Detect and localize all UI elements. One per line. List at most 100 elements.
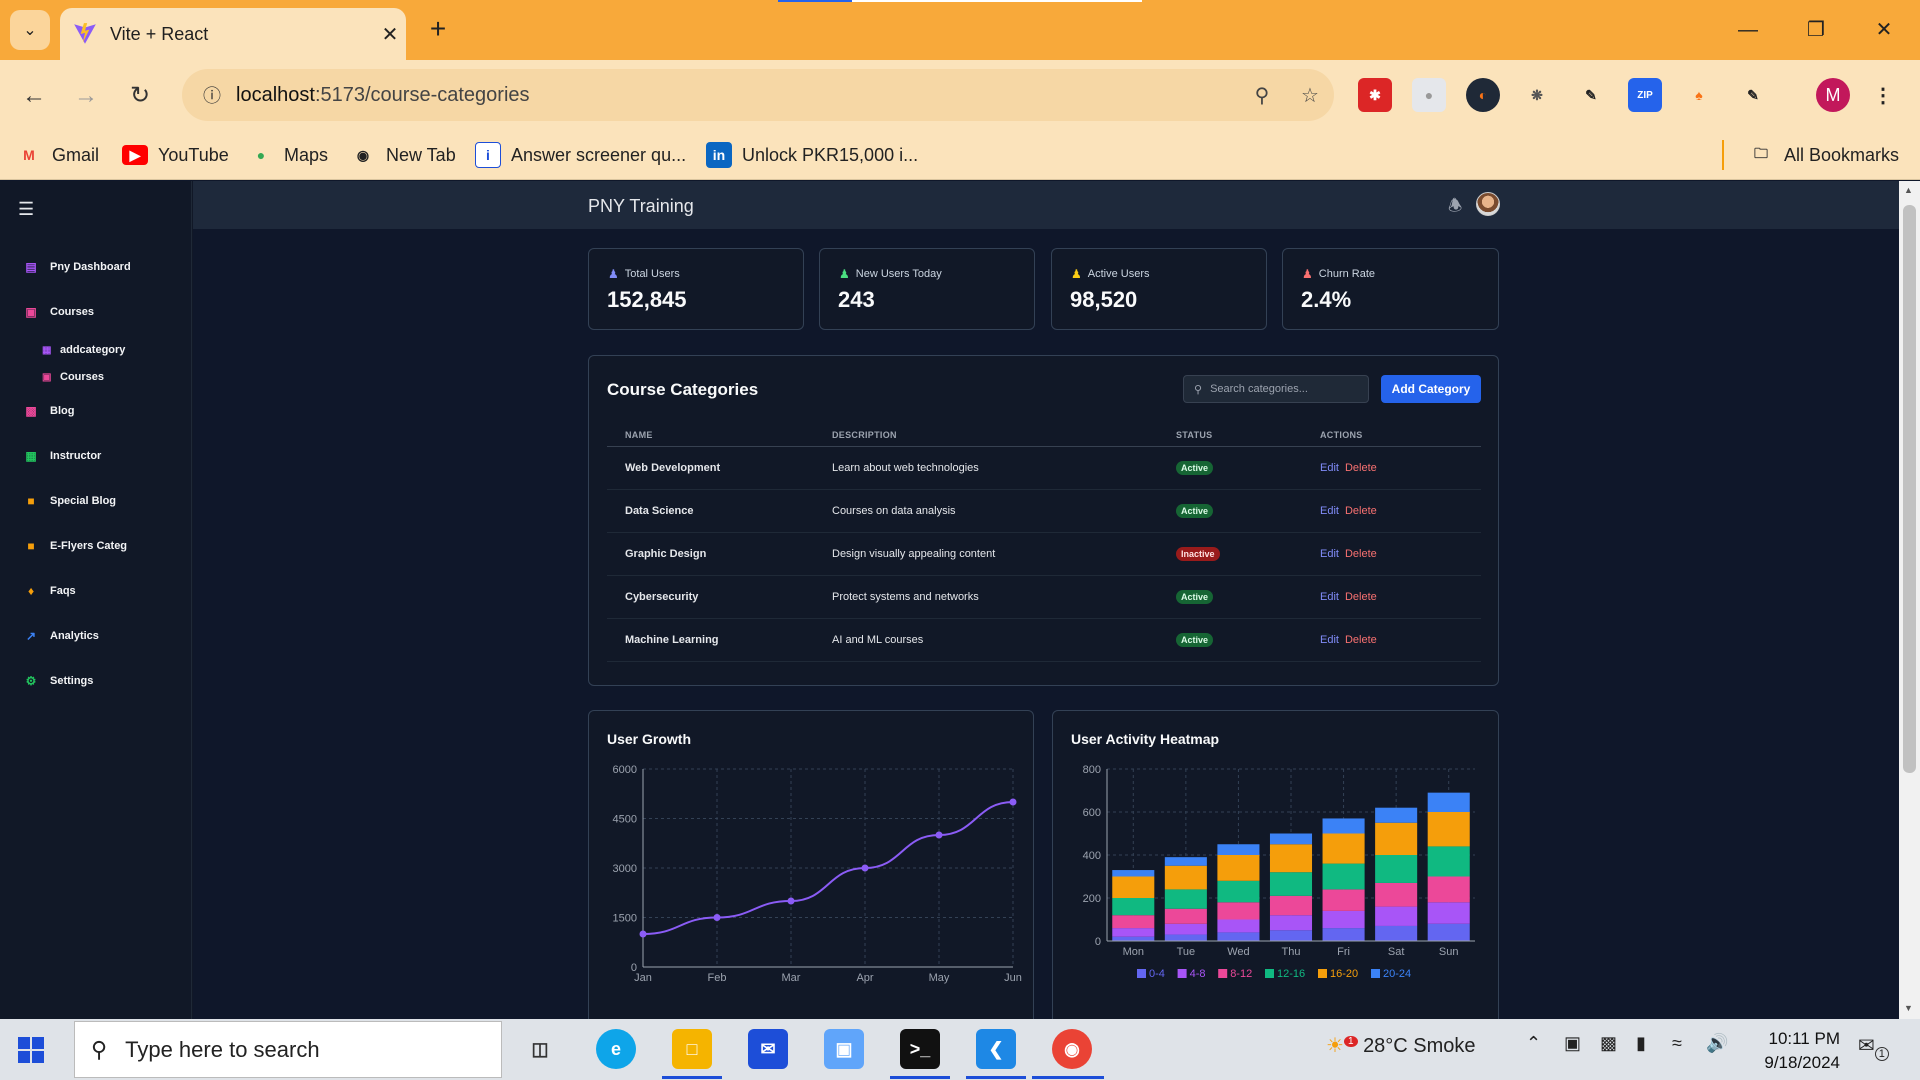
extensions-puzzle-icon[interactable]: ✎ [1736,78,1770,112]
close-window-button[interactable]: ✕ [1862,12,1906,48]
sidebar-item-blog[interactable]: ▩ Blog [24,401,74,421]
extension-icon[interactable]: ♠ [1682,78,1716,112]
color-picker-icon[interactable]: ✎ [1574,78,1608,112]
site-info-icon[interactable]: ⓘ [188,82,236,108]
delete-link[interactable]: Delete [1345,634,1377,646]
web-app: ☰ ▤ Pny Dashboard ▣ Courses ▦ addcategory ▣… [0,181,1920,1019]
bar-segment [1112,915,1155,929]
sidebar-item-faqs[interactable]: ♦ Faqs [24,581,76,601]
bookmark-maps[interactable]: ● Maps [248,140,328,170]
bookmark-star-icon[interactable]: ☆ [1286,83,1334,108]
close-tab-icon[interactable]: ✕ [374,22,406,47]
forward-button[interactable]: → [66,76,106,116]
folder-icon: 🗀 [1754,145,1768,161]
user-activity-panel: User Activity Heatmap 0 200 400 600 800 Mon Tu… [1052,710,1499,1019]
edge-icon[interactable]: e [596,1029,636,1069]
column-header: STATUS [1176,424,1320,447]
bug-extension-icon[interactable]: ❋ [1520,78,1554,112]
bookmark-gmail[interactable]: M Gmail [16,140,99,170]
data-point [639,930,647,938]
scroll-down-icon[interactable]: ▼ [1904,1003,1913,1013]
table-icon: ▦ [25,449,37,463]
bookmark-unlock[interactable]: in Unlock PKR15,000 i... [706,140,918,170]
terminal-icon[interactable]: >_ [900,1029,940,1069]
restore-button[interactable]: ❐ [1794,12,1838,48]
scroll-up-icon[interactable]: ▲ [1904,185,1913,195]
vscode-icon[interactable]: ❮ [976,1029,1016,1069]
edit-link[interactable]: Edit [1320,591,1339,603]
notification-bell-icon[interactable]: 🕭 [1448,195,1462,222]
zoom-icon[interactable]: ⚲ [1238,83,1286,108]
reload-button[interactable]: ↻ [120,76,160,116]
chart-icon: ▩ [25,404,37,418]
sidebar-item-settings[interactable]: ⚙ Settings [24,671,94,691]
file-explorer-icon[interactable]: □ [672,1029,712,1069]
delete-link[interactable]: Delete [1345,462,1377,474]
book-icon: ▣ [42,371,52,383]
browser-menu-icon[interactable]: ⋮ [1866,78,1900,112]
page-scrollbar[interactable]: ▲ ▼ [1899,181,1920,1019]
new-tab-button[interactable]: + [420,12,456,48]
all-bookmarks-button[interactable]: 🗀 All Bookmarks [1722,140,1899,170]
zip-extension-icon[interactable]: ZIP [1628,78,1662,112]
bar-segment [1427,792,1470,812]
category-description: Learn about web technologies [832,446,1176,490]
task-view-icon[interactable]: ◫ [520,1029,560,1069]
legend-swatch [1218,969,1228,978]
bookmark-youtube[interactable]: ▶ YouTube [122,140,229,170]
tab-search-button[interactable]: ⌄ [10,10,50,50]
sidebar-item-e-flyers[interactable]: ■ E-Flyers Categ [24,536,127,556]
delete-link[interactable]: Delete [1345,591,1377,603]
url-text[interactable]: localhost:5173/course-categories [236,84,1238,107]
sidebar-item-instructor[interactable]: ▦ Instructor [24,446,101,466]
extension-icon[interactable]: ✱ [1358,78,1392,112]
sidebar-subitem-addcategory[interactable]: ▦ addcategory [42,342,125,358]
hamburger-menu-icon[interactable]: ☰ [18,199,34,220]
bar-segment [1375,906,1418,926]
chrome-icon[interactable]: ◉ [1052,1029,1092,1069]
wifi-icon[interactable]: ≈ [1672,1033,1682,1054]
delete-link[interactable]: Delete [1345,505,1377,517]
sidebar-item-special-blog[interactable]: ■ Special Blog [24,491,116,511]
bar-segment [1375,807,1418,823]
user-growth-chart: 01500300045006000Jan Feb Mar Apr May Jun [613,764,1022,984]
address-bar[interactable]: ⓘ localhost:5173/course-categories ⚲ ☆ [182,69,1334,121]
sidebar-item-analytics[interactable]: ↗ Analytics [24,626,99,646]
tray-overflow-icon[interactable]: ⌃ [1526,1033,1541,1054]
bookmark-answer-screener[interactable]: i Answer screener qu... [475,140,686,170]
category-description: Design visually appealing content [832,532,1176,576]
sidebar-subitem-courses[interactable]: ▣ Courses [42,369,104,385]
edit-link[interactable]: Edit [1320,548,1339,560]
sidebar-item-pny-dashboard[interactable]: ▤ Pny Dashboard [24,257,130,277]
meet-now-icon[interactable]: ▣ [1564,1033,1581,1054]
windows-start-icon[interactable] [18,1037,44,1063]
search-input[interactable] [1210,383,1351,395]
add-category-button[interactable]: Add Category [1381,375,1481,403]
battery-icon[interactable]: ▮ [1636,1033,1646,1054]
bookmark-new-tab[interactable]: ◉ New Tab [350,140,456,170]
volume-icon[interactable]: 🔊 [1706,1033,1728,1054]
extension-icon[interactable]: ● [1412,78,1446,112]
this-pc-icon[interactable]: ▣ [824,1029,864,1069]
edit-link[interactable]: Edit [1320,462,1339,474]
mail-icon[interactable]: ✉ [748,1029,788,1069]
delete-link[interactable]: Delete [1345,548,1377,560]
sidebar-item-courses[interactable]: ▣ Courses [24,302,94,322]
back-button[interactable]: ← [14,76,54,116]
weather-widget[interactable]: ☀ 1 28°C Smoke [1326,1033,1476,1058]
profile-avatar[interactable]: M [1816,78,1850,112]
edit-link[interactable]: Edit [1320,634,1339,646]
scrollbar-thumb[interactable] [1903,205,1916,773]
extension-icon[interactable]: ◐ [1466,78,1500,112]
user-avatar[interactable] [1476,192,1500,216]
system-clock[interactable]: 10:11 PM 9/18/2024 [1740,1027,1840,1075]
edit-link[interactable]: Edit [1320,505,1339,517]
notifications-icon[interactable]: ✉ 1 [1858,1033,1889,1061]
network-status-icon[interactable]: ▩ [1600,1033,1617,1054]
browser-tab[interactable]: Vite + React ✕ [60,8,406,60]
search-box[interactable]: ⚲ [1183,375,1369,403]
taskbar-search[interactable]: ⚲ Type here to search [74,1021,502,1078]
minimize-button[interactable]: — [1726,12,1770,48]
data-point [935,831,943,839]
clock-date: 9/18/2024 [1764,1053,1840,1072]
